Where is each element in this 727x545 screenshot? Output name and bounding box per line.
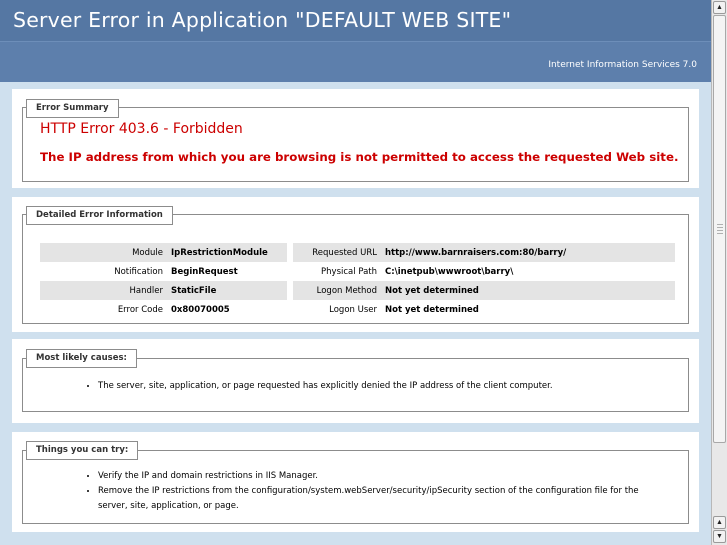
scroll-up-arrow-icon[interactable]: ▲ xyxy=(713,1,726,14)
things-to-try-list: Verify the IP and domain restrictions in… xyxy=(84,469,658,514)
scrollbar-thumb[interactable] xyxy=(713,15,726,443)
error-summary-panel: Error Summary HTTP Error 403.6 - Forbidd… xyxy=(12,89,699,188)
things-to-try-panel: Things you can try: Verify the IP and do… xyxy=(12,432,699,532)
detail-label: Requested URL xyxy=(293,243,381,262)
detail-value: BeginRequest xyxy=(171,266,238,277)
list-item: Remove the IP restrictions from the conf… xyxy=(98,484,658,514)
causes-panel: Most likely causes: The server, site, ap… xyxy=(12,339,699,423)
detail-label: Logon User xyxy=(329,304,377,315)
causes-list: The server, site, application, or page r… xyxy=(84,379,553,394)
error-summary-frame xyxy=(22,107,689,182)
detail-label: Physical Path xyxy=(321,266,377,277)
page-title: Server Error in Application "DEFAULT WEB… xyxy=(13,8,512,32)
things-to-try-legend: Things you can try: xyxy=(26,441,139,460)
table-row: Module IpRestrictionModule Requested URL… xyxy=(40,243,675,262)
detail-value: C:\inetpub\wwwroot\barry\ xyxy=(385,266,514,277)
detailed-info-panel: Detailed Error Information Module IpRest… xyxy=(12,197,699,332)
scroll-down-arrow-icon[interactable]: ▼ xyxy=(713,530,726,543)
list-item: The server, site, application, or page r… xyxy=(98,379,553,394)
causes-legend: Most likely causes: xyxy=(26,349,137,368)
detail-value: http://www.barnraisers.com:80/barry/ xyxy=(381,243,675,262)
error-title: HTTP Error 403.6 - Forbidden xyxy=(40,121,243,137)
detail-value: StaticFile xyxy=(167,281,287,300)
detail-label: Logon Method xyxy=(293,281,381,300)
error-summary-legend: Error Summary xyxy=(26,99,119,118)
server-info-bar: Internet Information Services 7.0 xyxy=(0,41,711,82)
detail-label: Error Code xyxy=(117,304,163,315)
grip-icon xyxy=(717,224,723,234)
detail-label: Module xyxy=(40,243,167,262)
detail-label: Handler xyxy=(40,281,167,300)
table-row: Handler StaticFile Logon Method Not yet … xyxy=(40,281,675,300)
list-item: Verify the IP and domain restrictions in… xyxy=(98,469,658,484)
error-page: Server Error in Application "DEFAULT WEB… xyxy=(0,0,711,545)
detail-label: Notification xyxy=(114,266,163,277)
table-row: Notification BeginRequest Physical Path … xyxy=(40,262,675,281)
title-bar: Server Error in Application "DEFAULT WEB… xyxy=(0,0,711,41)
server-software-label: Internet Information Services 7.0 xyxy=(548,60,697,70)
table-row: Error Code 0x80070005 Logon User Not yet… xyxy=(40,300,675,319)
detail-value: IpRestrictionModule xyxy=(167,243,287,262)
detail-value: Not yet determined xyxy=(381,281,675,300)
scroll-up-arrow-icon[interactable]: ▲ xyxy=(713,516,726,529)
error-message: The IP address from which you are browsi… xyxy=(40,150,679,164)
detailed-info-legend: Detailed Error Information xyxy=(26,206,173,225)
detail-value: 0x80070005 xyxy=(171,304,230,315)
vertical-scrollbar[interactable]: ▲ ▲ ▼ xyxy=(711,0,727,545)
detailed-info-table: Module IpRestrictionModule Requested URL… xyxy=(40,243,675,319)
detail-value: Not yet determined xyxy=(385,304,479,315)
